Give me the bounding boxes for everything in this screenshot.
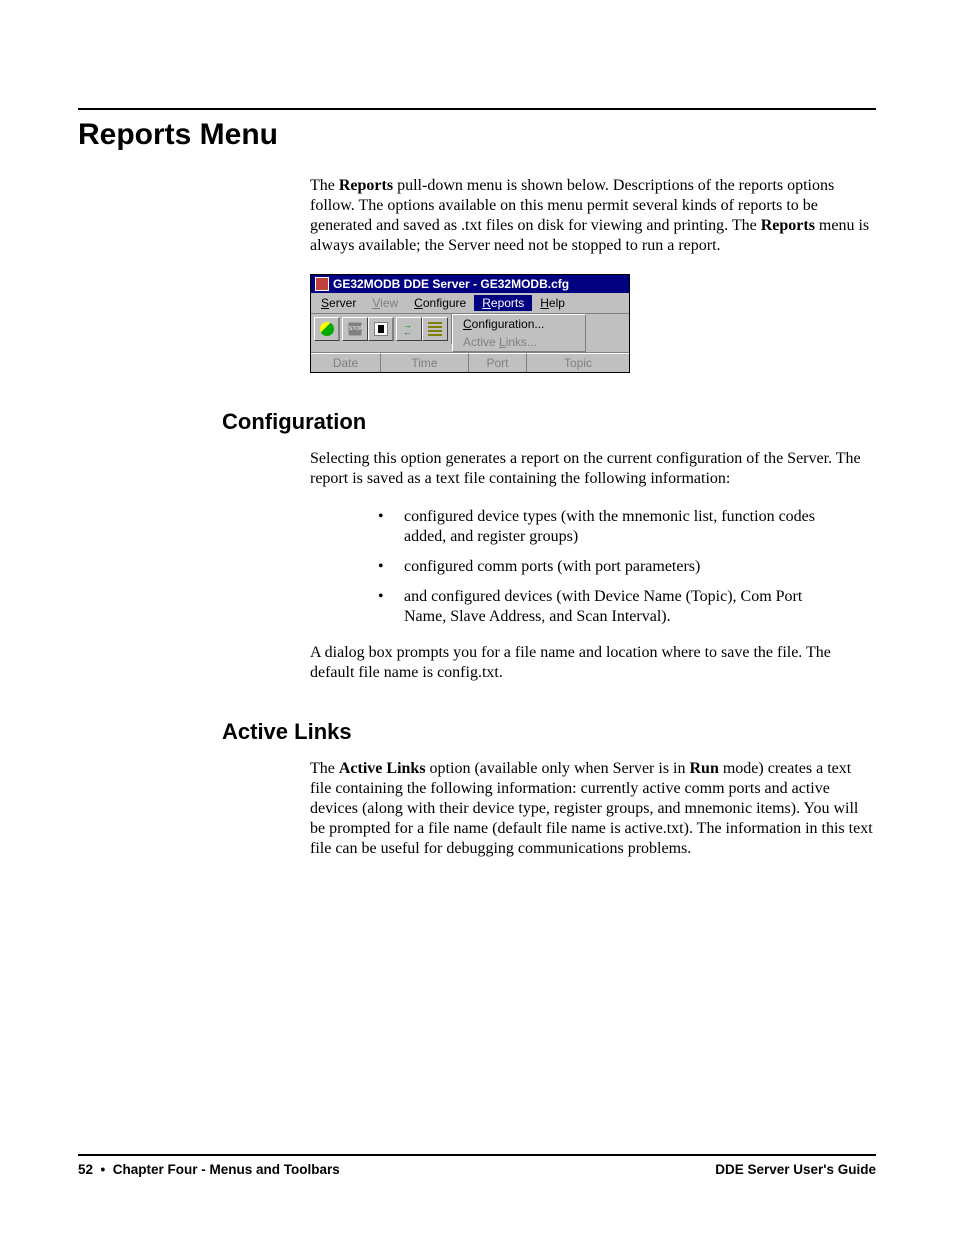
menu-server[interactable]: Server <box>313 295 364 311</box>
toolbar <box>311 314 452 344</box>
page-number: 52 <box>78 1162 93 1177</box>
list-button[interactable] <box>422 317 448 341</box>
config-p2: A dialog box prompts you for a file name… <box>310 643 876 683</box>
status-time: Time <box>381 353 469 372</box>
page-heading: Reports Menu <box>78 118 876 152</box>
section-heading-configuration: Configuration <box>222 409 876 435</box>
pause-button[interactable] <box>368 317 394 341</box>
config-bullet-1: configured device types (with the mnemon… <box>370 507 816 547</box>
menubar: Server View Configure Reports Help <box>311 293 629 314</box>
menu-configure[interactable]: Configure <box>406 295 474 311</box>
intro-bold-2: Reports <box>761 217 815 234</box>
config-bullet-3: and configured devices (with Device Name… <box>370 587 816 627</box>
config-bullets: configured device types (with the mnemon… <box>370 507 816 627</box>
footer-left: 52 • Chapter Four - Menus and Toolbars <box>78 1162 340 1177</box>
al-text-2: option (available only when Server is in <box>426 760 690 777</box>
menu-view: View <box>364 295 406 311</box>
window-title: GE32MODB DDE Server - GE32MODB.cfg <box>333 277 569 291</box>
status-bar: Date Time Port Topic <box>311 352 629 372</box>
al-bold-2: Run <box>689 760 718 777</box>
bottom-rule <box>78 1154 876 1156</box>
stop-icon <box>348 322 362 336</box>
section-heading-active-links: Active Links <box>222 719 876 745</box>
intro-paragraph: The Reports pull-down menu is shown belo… <box>310 176 876 256</box>
stop-button[interactable] <box>342 317 368 341</box>
status-topic: Topic <box>527 353 629 372</box>
chapter-title: Chapter Four - Menus and Toolbars <box>113 1162 340 1177</box>
top-rule <box>78 108 876 110</box>
al-text-1: The <box>310 760 339 777</box>
intro-text: The <box>310 177 339 194</box>
active-links-paragraph: The Active Links option (available only … <box>310 759 876 859</box>
config-bullet-2: configured comm ports (with port paramet… <box>370 557 816 577</box>
app-icon <box>315 277 329 291</box>
dropdown-active-links: Active Links... <box>453 333 585 351</box>
config-p1: Selecting this option generates a report… <box>310 449 876 489</box>
menu-help[interactable]: Help <box>532 295 573 311</box>
al-bold-1: Active Links <box>339 760 426 777</box>
app-window: GE32MODB DDE Server - GE32MODB.cfg Serve… <box>310 274 630 373</box>
list-icon <box>428 322 442 336</box>
status-date: Date <box>311 353 381 372</box>
dropdown-configuration[interactable]: Configuration... <box>453 315 585 333</box>
window-titlebar: GE32MODB DDE Server - GE32MODB.cfg <box>311 275 629 293</box>
footer-dot: • <box>97 1162 113 1177</box>
page-footer: 52 • Chapter Four - Menus and Toolbars D… <box>78 1162 876 1177</box>
transfer-button[interactable] <box>396 317 422 341</box>
run-icon <box>320 322 334 336</box>
run-button[interactable] <box>314 317 340 341</box>
reports-dropdown: Configuration... Active Links... <box>452 314 586 352</box>
footer-right: DDE Server User's Guide <box>715 1162 876 1177</box>
intro-bold-1: Reports <box>339 177 393 194</box>
status-port: Port <box>469 353 527 372</box>
pause-icon <box>374 322 388 336</box>
menu-reports[interactable]: Reports <box>474 295 532 311</box>
transfer-icon <box>402 322 416 336</box>
